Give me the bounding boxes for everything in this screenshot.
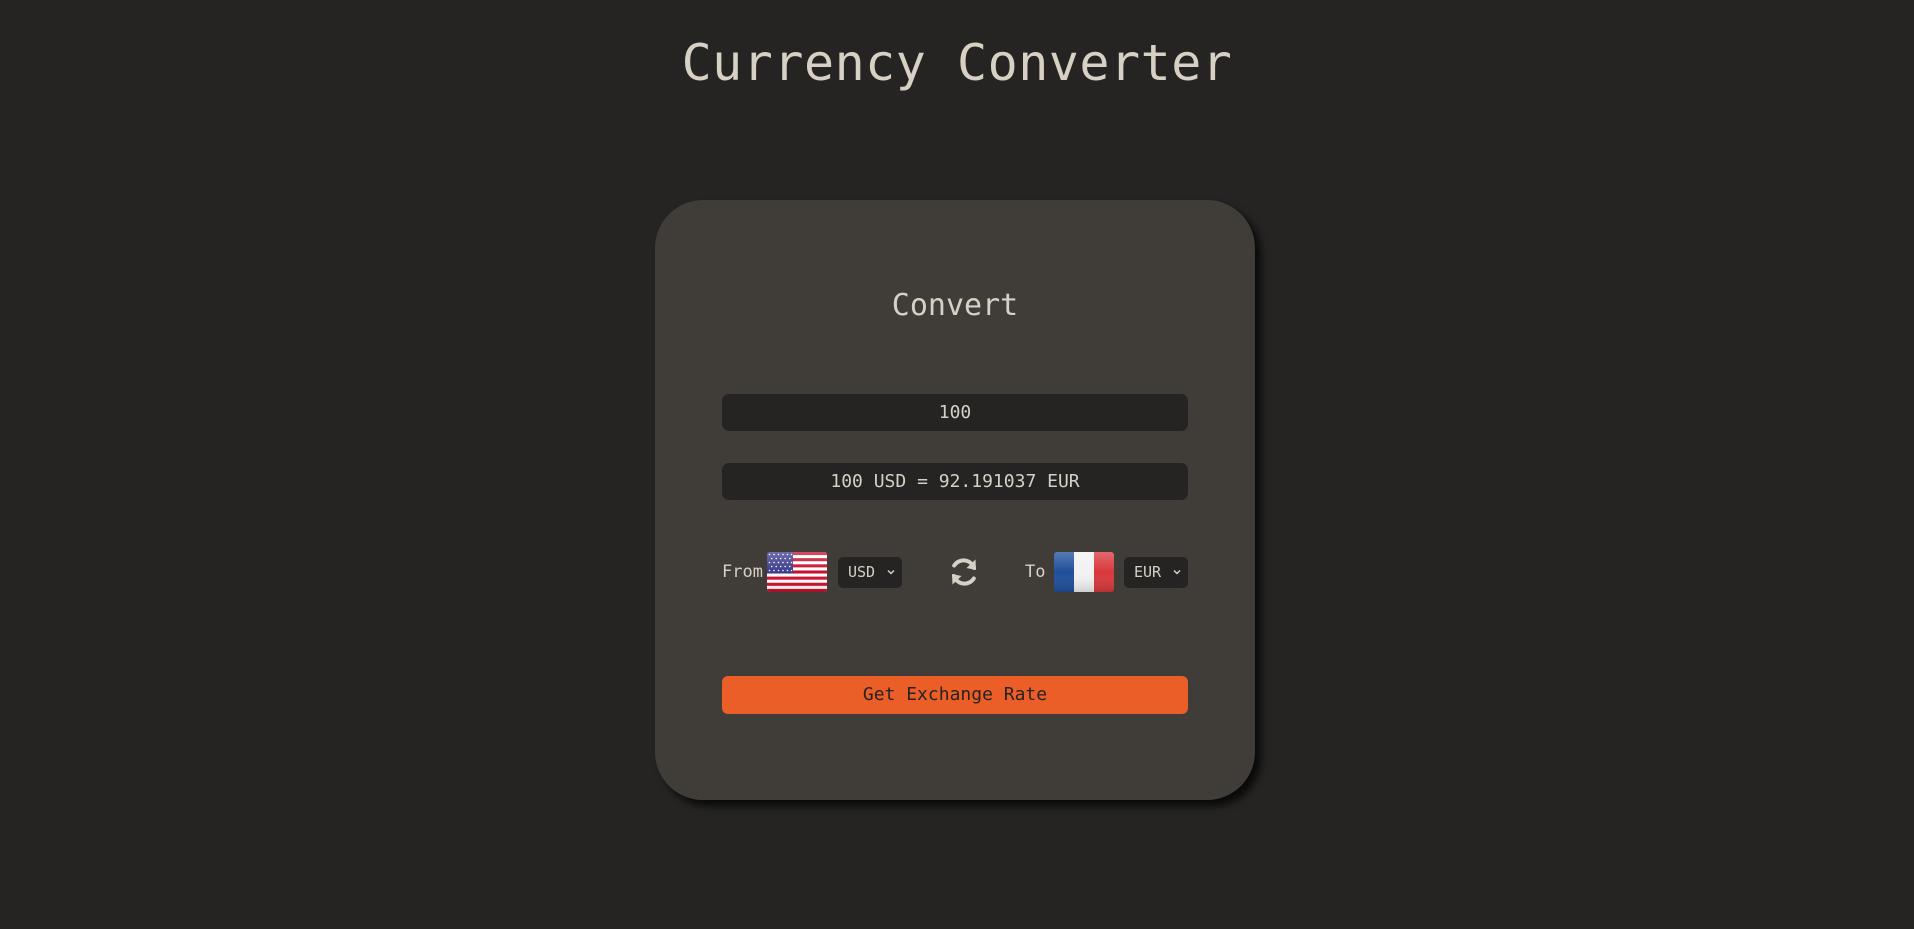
from-currency-value: USD [848, 563, 876, 581]
chevron-down-icon [1172, 557, 1182, 599]
page-title: Currency Converter [681, 34, 1233, 92]
to-label: To [1025, 562, 1046, 582]
exchange-result: 100 USD = 92.191037 EUR [722, 463, 1188, 500]
chevron-down-icon [886, 557, 896, 599]
converter-title: Convert [891, 288, 1019, 323]
us-flag-icon [767, 552, 827, 592]
from-label: From [722, 562, 763, 582]
swap-currencies-button[interactable] [947, 555, 981, 589]
france-flag-icon [1054, 552, 1114, 592]
to-currency-value: EUR [1134, 563, 1162, 581]
get-exchange-rate-button[interactable]: Get Exchange Rate [722, 676, 1188, 714]
to-currency-select[interactable]: EUR [1124, 557, 1188, 588]
amount-input[interactable] [722, 394, 1188, 431]
refresh-icon [952, 558, 976, 586]
from-currency-select[interactable]: USD [838, 557, 902, 588]
